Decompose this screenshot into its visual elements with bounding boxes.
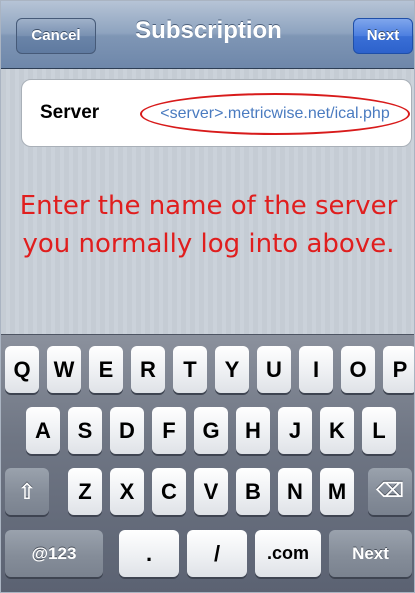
key-n[interactable]: N [278,468,312,515]
form-area: Server Enter the name of the server you … [1,69,414,334]
key-g[interactable]: G [194,407,228,454]
key-f[interactable]: F [152,407,186,454]
key-d[interactable]: D [110,407,144,454]
key-x[interactable]: X [110,468,144,515]
key-o[interactable]: O [341,346,375,393]
backspace-icon: ⌫ [375,480,405,502]
key-y[interactable]: Y [215,346,249,393]
server-field-row: Server [21,79,412,147]
key-u[interactable]: U [257,346,291,393]
slash-key[interactable]: / [187,530,247,577]
key-m[interactable]: M [320,468,354,515]
key-a[interactable]: A [26,407,60,454]
key-w[interactable]: W [47,346,81,393]
subscription-screen: Cancel Subscription Next Server Enter th… [0,0,415,593]
key-q[interactable]: Q [5,346,39,393]
dotcom-key[interactable]: .com [255,530,321,577]
backspace-key[interactable]: ⌫ [368,468,412,515]
key-j[interactable]: J [278,407,312,454]
key-i[interactable]: I [299,346,333,393]
server-label: Server [40,102,100,123]
key-b[interactable]: B [236,468,270,515]
instruction-line-1: Enter the name of the server [19,191,398,221]
key-c[interactable]: C [152,468,186,515]
key-t[interactable]: T [173,346,207,393]
instruction-text: Enter the name of the server you normall… [1,187,414,263]
key-l[interactable]: L [362,407,396,454]
next-key[interactable]: Next [329,530,412,577]
instruction-line-2: you normally log into above. [22,229,395,259]
shift-key[interactable]: ⇧ [5,468,49,515]
key-z[interactable]: Z [68,468,102,515]
key-p[interactable]: P [383,346,414,393]
server-input[interactable] [140,93,410,135]
key-s[interactable]: S [68,407,102,454]
shift-icon: ⇧ [17,479,37,504]
dot-key[interactable]: . [119,530,179,577]
next-button[interactable]: Next [353,18,413,54]
key-r[interactable]: R [131,346,165,393]
keyboard: Q W E R T Y U I O P A S D F G H J K L ⇧ … [1,334,414,592]
navigation-bar: Cancel Subscription Next [1,1,414,69]
key-h[interactable]: H [236,407,270,454]
numbers-key[interactable]: @123 [5,530,103,577]
key-v[interactable]: V [194,468,228,515]
key-k[interactable]: K [320,407,354,454]
key-e[interactable]: E [89,346,123,393]
